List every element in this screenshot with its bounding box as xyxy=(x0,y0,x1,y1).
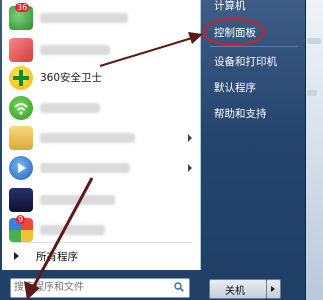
annotation-highlight-circle xyxy=(203,18,265,46)
360-safe-icon xyxy=(9,66,33,90)
green-wifi-icon xyxy=(9,96,33,120)
red-badge-app-icon: 36 xyxy=(9,3,33,30)
desktop-background xyxy=(305,0,323,300)
badge-count: 36 xyxy=(15,3,30,12)
program-item[interactable] xyxy=(2,92,200,124)
menu-divider xyxy=(10,242,192,243)
program-item[interactable]: 36 xyxy=(2,2,200,34)
program-item[interactable] xyxy=(2,152,200,184)
expand-arrow-icon xyxy=(14,252,19,260)
folder-app-icon xyxy=(9,126,33,150)
chevron-right-icon xyxy=(271,286,275,292)
black-app-icon xyxy=(9,188,33,212)
search-icon[interactable] xyxy=(174,282,184,292)
blurred-program-name xyxy=(40,133,135,143)
default-programs-item[interactable]: 默认程序 xyxy=(204,76,302,98)
computer-label: 计算机 xyxy=(214,0,246,12)
media-player-icon xyxy=(9,156,33,180)
all-programs-label: 所有程序 xyxy=(36,251,78,263)
red-app-icon xyxy=(9,38,33,62)
computer-item[interactable]: 计算机 xyxy=(204,0,302,16)
search-box[interactable] xyxy=(10,278,190,298)
blurred-program-name xyxy=(40,13,128,23)
blurred-program-name xyxy=(40,103,100,113)
menu-divider xyxy=(210,46,298,47)
submenu-arrow-icon[interactable] xyxy=(188,164,192,172)
all-programs-button[interactable]: 所有程序 xyxy=(2,245,200,267)
blurred-program-name xyxy=(40,225,105,235)
submenu-arrow-icon[interactable] xyxy=(188,134,192,142)
programs-pane: 36 360安全卫士 9 所有程序 xyxy=(2,0,201,270)
shutdown-options-button[interactable] xyxy=(266,279,281,299)
program-item[interactable] xyxy=(2,122,200,154)
blurred-program-name xyxy=(40,163,130,173)
devices-printers-label: 设备和打印机 xyxy=(214,56,277,68)
program-item-360[interactable]: 360安全卫士 xyxy=(2,62,200,94)
default-programs-label: 默认程序 xyxy=(214,82,256,94)
shutdown-label: 关机 xyxy=(225,286,245,297)
blurred-program-name xyxy=(40,195,115,205)
search-input[interactable] xyxy=(14,280,164,295)
colorful-badge-app-icon: 9 xyxy=(9,215,33,242)
desktop-blurred-text xyxy=(307,38,321,44)
devices-printers-item[interactable]: 设备和打印机 xyxy=(204,50,302,72)
badge-count: 9 xyxy=(16,215,26,224)
start-menu: 36 360安全卫士 9 所有程序 搜索程序和文件 计算机 控制面板 设备和打印… xyxy=(0,0,306,300)
help-support-item[interactable]: 帮助和支持 xyxy=(204,102,302,124)
program-label: 360安全卫士 xyxy=(40,72,103,84)
desktop-blurred-text xyxy=(307,90,317,96)
program-item[interactable] xyxy=(2,184,200,216)
blurred-program-name xyxy=(40,45,110,55)
help-support-label: 帮助和支持 xyxy=(214,108,267,120)
shutdown-button[interactable]: 关机 xyxy=(209,279,267,299)
